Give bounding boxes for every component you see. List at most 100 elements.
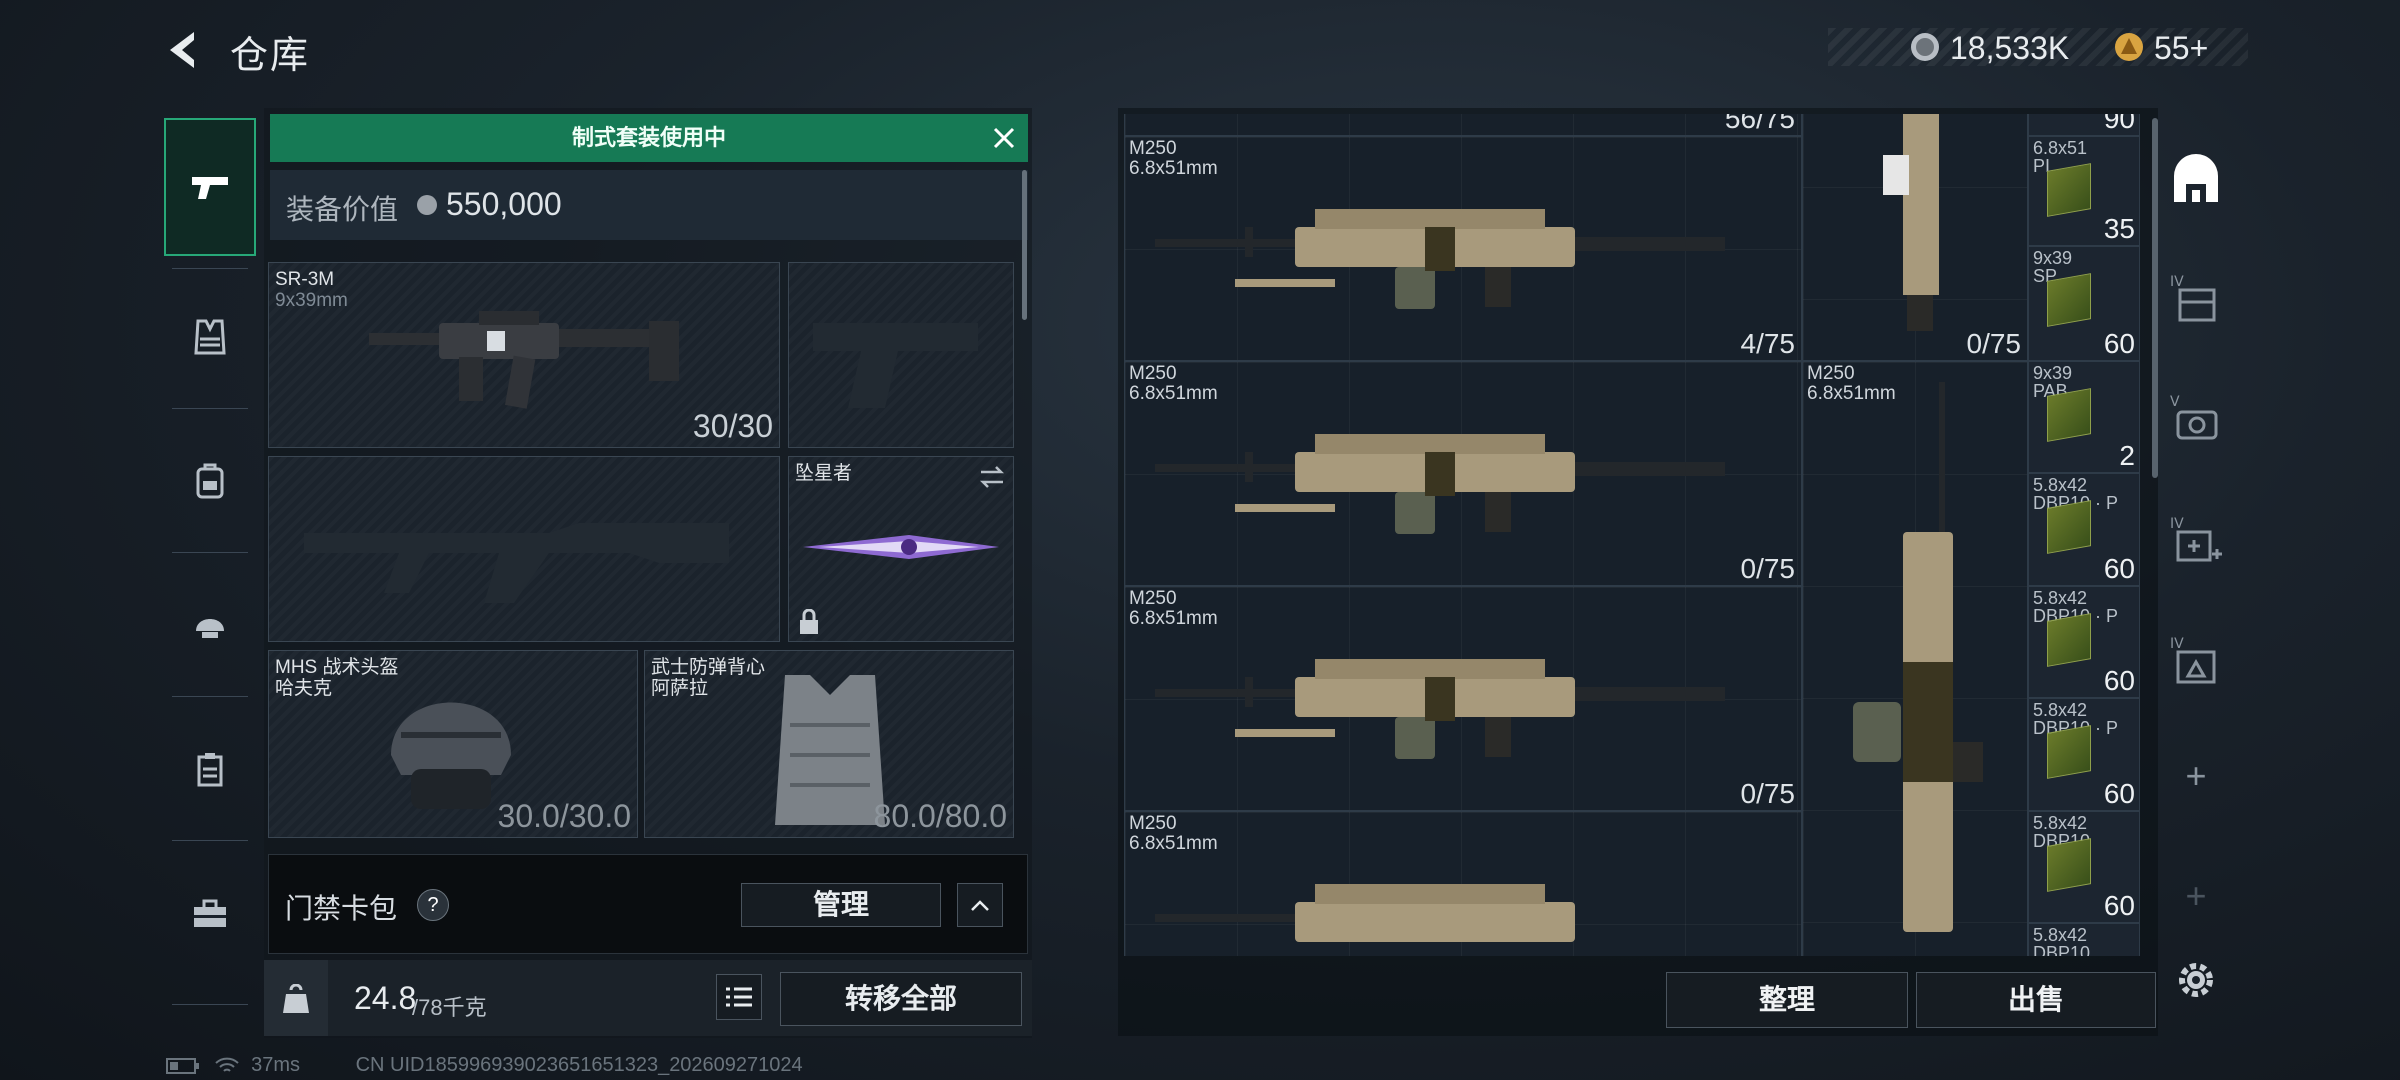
m250-machine-gun-icon <box>1155 659 1725 759</box>
item-count: 0/75 <box>1740 778 1796 809</box>
lock-icon <box>800 609 818 634</box>
add-stash-tab-disabled[interactable]: + <box>2168 860 2224 932</box>
ammo-stack[interactable]: 5.8x42 DBP10 · P 60 <box>2028 698 2140 811</box>
category-tab-toolbox[interactable] <box>164 844 256 982</box>
ammo-caliber: 5.8x42 <box>2033 700 2088 720</box>
user-uid: CN UID185996939023651651323_202609271024 <box>355 1054 803 1076</box>
weapon-name: SR-3M <box>275 269 335 290</box>
ammo-caliber: 5.8x42 <box>2033 925 2088 945</box>
sell-button[interactable]: 出售 <box>1916 972 2156 1028</box>
weapon-name: M250 <box>1129 138 1177 159</box>
stash-tab-main[interactable] <box>2168 144 2224 216</box>
tab-level-label: IV <box>2170 274 2184 290</box>
collapse-button[interactable] <box>957 883 1003 927</box>
stash-tab-3[interactable]: V <box>2168 384 2224 456</box>
weapon-caliber: 6.8x51mm <box>1129 608 1218 629</box>
ammo-caliber: 9x39 <box>2033 363 2073 383</box>
stash-scrollbar[interactable] <box>2152 118 2158 478</box>
ammo-stack[interactable]: 5.8x42 DBP10 · P 60 <box>2028 586 2140 698</box>
equipment-value-row: 装备价值 550,000 <box>270 170 1028 240</box>
stash-home-icon <box>2174 154 2218 202</box>
category-tab-chest-rig[interactable] <box>164 700 256 838</box>
weapon-caliber: 6.8x51mm <box>1129 383 1218 404</box>
helmet-slot[interactable]: MHS 战术头盔 哈夫克 30.0/30.0 <box>268 650 638 838</box>
keycard-label: 门禁卡包 <box>285 893 398 924</box>
ammo-count: 2 <box>2119 440 2135 471</box>
ammo-count: 60 <box>2103 778 2135 809</box>
battery-icon <box>166 1057 199 1074</box>
sr3m-rifle-icon <box>369 311 679 409</box>
pistol-slot-empty[interactable] <box>788 262 1014 448</box>
ammo-stack[interactable]: 9x39 PAB 2 <box>2028 361 2140 473</box>
secondary-weapon-slot-empty[interactable] <box>268 456 780 642</box>
ammo-count: 30/30 <box>692 408 773 444</box>
helmet-durability: 30.0/30.0 <box>497 798 631 834</box>
settings-button[interactable] <box>2168 944 2224 1016</box>
storage-tab-icon: IV <box>2170 636 2216 684</box>
rifle-silhouette-icon <box>304 523 729 603</box>
stash-weapon-m250[interactable]: M250 6.8x51mm 0/75 <box>1124 586 1802 811</box>
item-count: 4/75 <box>1740 328 1796 359</box>
ammo-stack-partial[interactable]: 90 <box>2028 114 2140 136</box>
helmet-faction: 哈夫克 <box>275 678 333 699</box>
ammo-stack[interactable]: 5.8x42 DBP10 · P 60 <box>2028 473 2140 586</box>
list-icon <box>726 987 752 1007</box>
ammo-type: DBP10 <box>2033 943 2091 956</box>
close-icon[interactable] <box>992 126 1016 150</box>
melee-slot[interactable]: 坠星者 <box>788 456 1014 642</box>
silver-currency-value: 18,533K <box>1950 30 2070 66</box>
stash-grid: 56/75 90 M250 6.8x51mm 4/75 M250 6.8x51mm … <box>1124 114 2148 956</box>
ammo-count: 35 <box>2103 213 2135 244</box>
add-stash-tab[interactable]: + <box>2168 740 2224 812</box>
ammo-caliber: 5.8x42 <box>2033 813 2088 833</box>
storage-tab-icon: V <box>2170 394 2218 440</box>
ammo-stack[interactable]: 5.8x42 DBP10 <box>2028 923 2140 956</box>
helmet-name: MHS 战术头盔 <box>275 657 399 678</box>
m250-vertical-icon <box>1853 382 1983 932</box>
help-icon[interactable]: ? <box>417 889 449 921</box>
stash-weapon-m250[interactable]: M250 6.8x51mm <box>1124 811 1802 956</box>
armor-slot[interactable]: 武士防弹背心 阿萨拉 80.0/80.0 <box>644 650 1014 838</box>
ammo-box-icon <box>2047 500 2091 554</box>
pistol-icon <box>192 177 228 199</box>
category-tab-helmet[interactable] <box>164 556 256 694</box>
gold-coin-icon <box>2115 33 2143 61</box>
item-count: 0/75 <box>1966 328 2022 359</box>
category-tab-weapons[interactable] <box>164 118 256 256</box>
knife-icon <box>803 535 999 559</box>
weapon-caliber: 6.8x51mm <box>1129 833 1218 854</box>
item-count: 0/75 <box>1740 553 1796 584</box>
swap-icon[interactable] <box>977 465 1007 489</box>
stash-tab-2[interactable]: IV <box>2168 264 2224 336</box>
category-tab-backpack[interactable] <box>164 412 256 550</box>
stash-item-partial[interactable]: 56/75 <box>1124 114 1802 136</box>
back-arrow-icon[interactable] <box>160 26 208 74</box>
gold-currency-value[interactable]: 55+ <box>2154 30 2208 67</box>
m250-machine-gun-icon <box>1155 209 1725 309</box>
category-tab-vest[interactable] <box>164 268 256 406</box>
organize-button[interactable]: 整理 <box>1666 972 1908 1028</box>
clipboard-icon <box>197 753 223 787</box>
ammo-stack[interactable]: 6.8x51 PI 35 <box>2028 136 2140 246</box>
stash-weapon-vertical[interactable]: 0/75 <box>1802 114 2028 361</box>
stash-weapon-m250[interactable]: M250 6.8x51mm 4/75 <box>1124 136 1802 361</box>
ammo-stack[interactable]: 9x39 SP 60 <box>2028 246 2140 361</box>
list-view-button[interactable] <box>716 974 762 1020</box>
stash-weapon-m250[interactable]: M250 6.8x51mm 0/75 <box>1124 361 1802 586</box>
toolbox-icon <box>194 899 226 927</box>
manage-button[interactable]: 管理 <box>741 883 941 927</box>
category-sidebar <box>164 108 256 1006</box>
stash-tab-5[interactable]: IV <box>2168 626 2224 698</box>
ammo-box-icon <box>2047 163 2091 217</box>
max-weight: /78千克 <box>412 995 487 1020</box>
primary-weapon-slot[interactable]: SR-3M 9x39mm 30/30 <box>268 262 780 448</box>
weapon-name: M250 <box>1129 813 1177 834</box>
transfer-all-button[interactable]: 转移全部 <box>780 972 1022 1026</box>
ammo-box-icon <box>2047 613 2091 667</box>
stash-tab-4[interactable]: IV <box>2168 506 2224 578</box>
ammo-count: 60 <box>2103 890 2135 921</box>
loadout-scrollbar[interactable] <box>1022 170 1027 320</box>
stash-weapon-m250-vertical[interactable]: M250 6.8x51mm <box>1802 361 2028 956</box>
item-count: 56/75 <box>1724 114 1795 134</box>
ammo-stack[interactable]: 5.8x42 DBP10 60 <box>2028 811 2140 923</box>
